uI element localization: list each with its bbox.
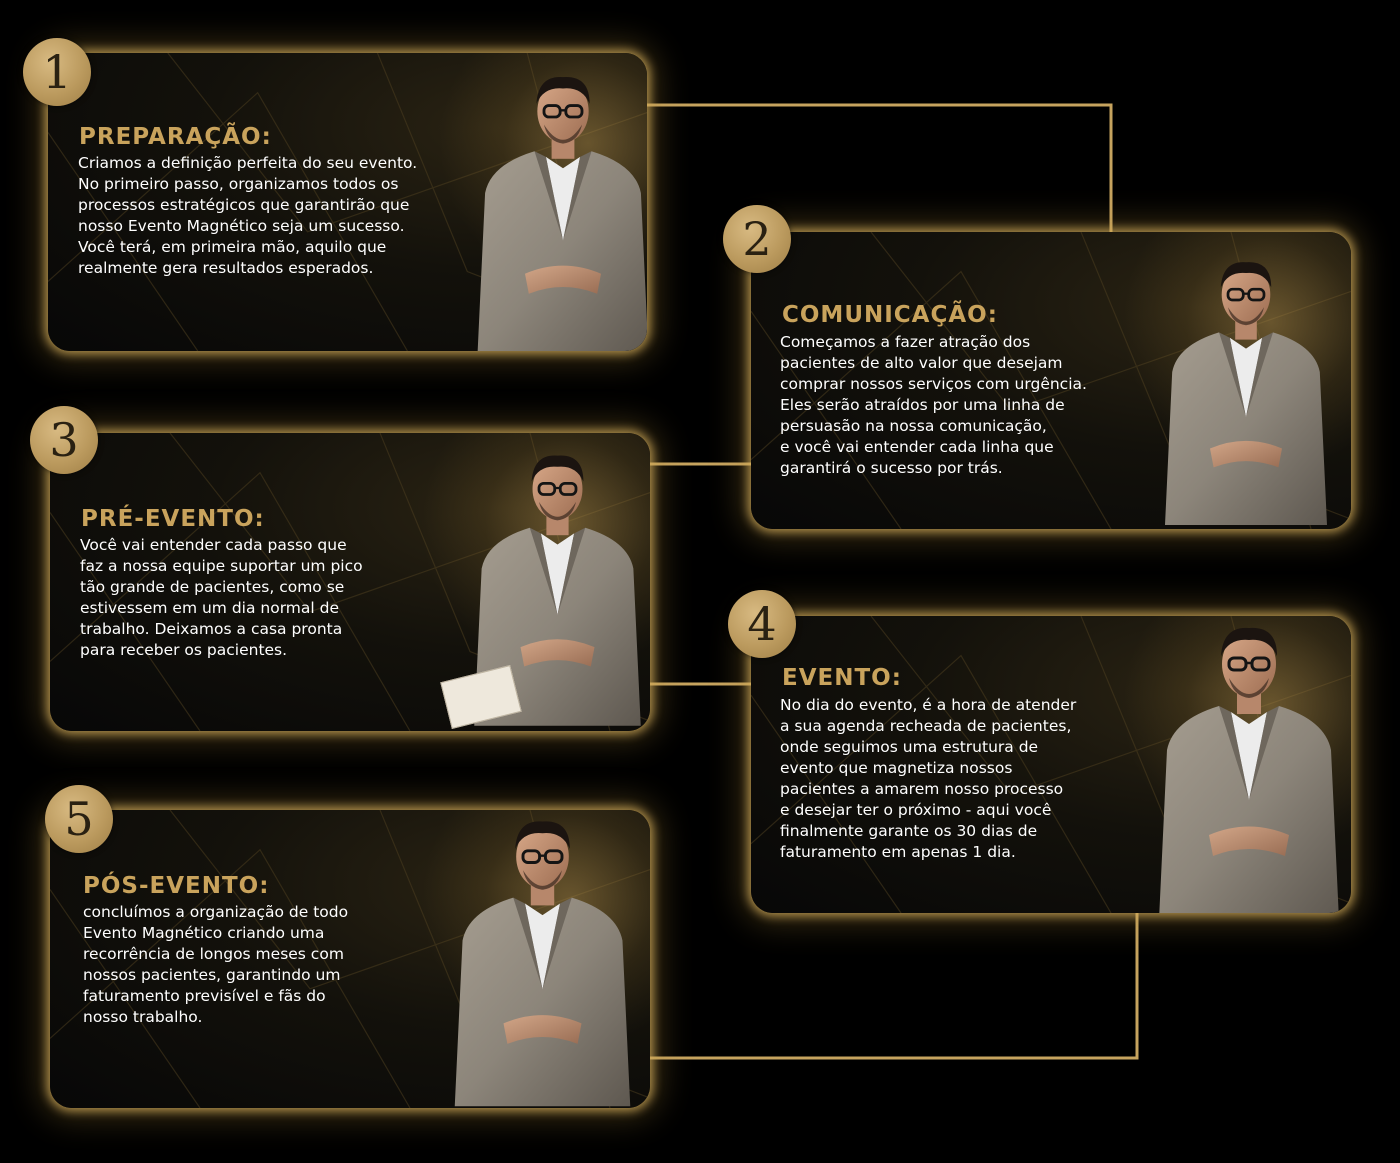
step-title: COMUNICAÇÃO: bbox=[782, 302, 998, 328]
step-number-badge: 1 bbox=[23, 38, 91, 106]
step-number-badge: 5 bbox=[45, 785, 113, 853]
step-description: Criamos a definição perfeita do seu even… bbox=[78, 154, 418, 277]
step-card-4: EVENTO: No dia do evento, é a hora de at… bbox=[751, 616, 1351, 913]
man-in-gray-suit-standing-photo bbox=[468, 67, 647, 351]
man-in-gray-suit-seated-photo bbox=[1156, 250, 1336, 529]
step-title: PREPARAÇÃO: bbox=[79, 124, 272, 150]
man-in-gray-suit-seated-hands-clasped-photo bbox=[445, 810, 640, 1108]
step-description: Você vai entender cada passo que faz a n… bbox=[80, 536, 363, 659]
man-in-gray-suit-seated-hands-on-knees-photo bbox=[1149, 620, 1349, 913]
step-description: Começamos a fazer atração dos pacientes … bbox=[780, 333, 1087, 477]
step-card-5: PÓS-EVENTO: concluímos a organização de … bbox=[50, 810, 650, 1108]
step-card-3: PRÉ-EVENTO: Você vai entender cada passo… bbox=[50, 433, 650, 731]
step-number-badge: 2 bbox=[723, 205, 791, 273]
step-title: PRÉ-EVENTO: bbox=[81, 506, 265, 532]
step-number-badge: 3 bbox=[30, 406, 98, 474]
step-description: No dia do evento, é a hora de atender a … bbox=[780, 696, 1077, 861]
step-number-badge: 4 bbox=[728, 590, 796, 658]
step-card-1: PREPARAÇÃO: Criamos a definição perfeita… bbox=[48, 53, 647, 351]
step-description: concluímos a organização de todo Evento … bbox=[83, 903, 349, 1026]
step-title: EVENTO: bbox=[782, 665, 902, 691]
step-card-2: COMUNICAÇÃO: Começamos a fazer atração d… bbox=[751, 232, 1351, 529]
step-title: PÓS-EVENTO: bbox=[83, 873, 270, 899]
